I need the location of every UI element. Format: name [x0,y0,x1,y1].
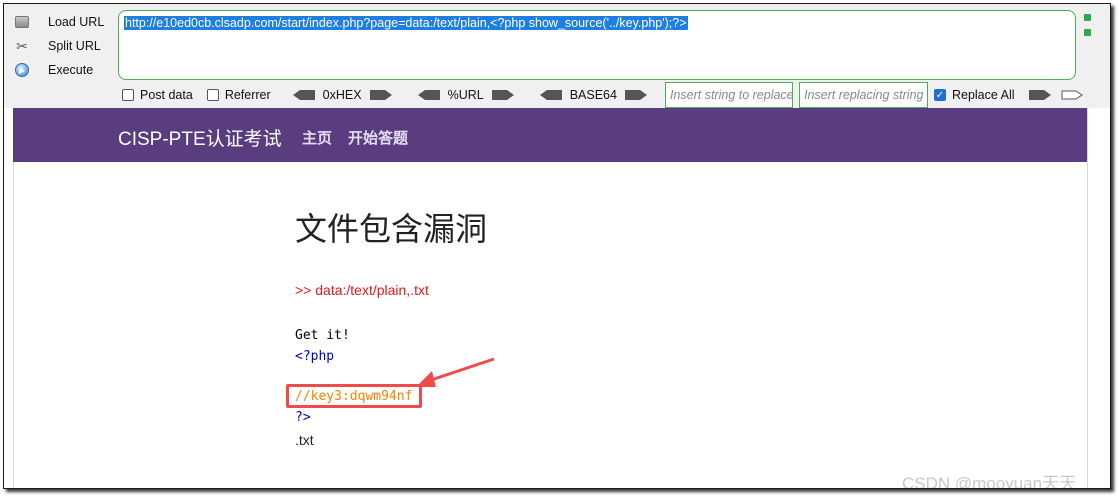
key-highlight-box [286,384,422,408]
hackbar-panel: Load URL ✂ Split URL ▶ Execute http://e1… [4,4,1110,108]
post-data-checkbox[interactable]: Post data [122,88,193,102]
referrer-box[interactable] [206,89,219,101]
url-encode-label: %URL [447,88,484,102]
red-arrow-icon [416,357,495,387]
base64-encoder: BASE64 [532,88,655,102]
base64-left-icon[interactable] [539,90,562,100]
site-brand[interactable]: CISP-PTE认证考试 [118,124,282,151]
base64-right-icon[interactable] [624,90,647,100]
replace-string-input[interactable]: Insert string to replace [664,82,793,108]
referrer-checkbox[interactable]: Referrer [206,88,271,102]
post-data-label: Post data [140,88,193,102]
execute-label: Execute [48,63,94,77]
hex-encode-right-icon[interactable] [369,90,392,100]
hex-encode-left-icon[interactable] [292,90,315,100]
nav-home-link[interactable]: 主页 [302,127,332,148]
page-scrollbar-edge [1087,108,1088,488]
csdn-watermark: CSDN @mooyuan天天 [902,474,1077,489]
hackbar-options-row: Post data Referrer 0xHEX %URL BASE64 Ins… [122,82,1091,108]
url-encode-right-icon[interactable] [491,90,514,100]
split-url-label: Split URL [48,39,101,53]
replacing-string-input[interactable]: Insert replacing string [798,82,928,108]
post-data-box[interactable] [122,89,134,101]
scissors-icon: ✂ [16,37,28,54]
replace-all-box[interactable]: ✓ [933,89,946,101]
browser-window: Load URL ✂ Split URL ▶ Execute http://e1… [3,3,1111,489]
load-url-label: Load URL [48,15,105,29]
url-text: http://e10ed0cb.clsadp.com/start/index.p… [124,16,688,30]
page-title: 文件包含漏洞 [295,210,488,248]
site-navbar: CISP-PTE认证考试 主页 开始答题 [13,108,1087,162]
url-encoder: %URL [410,88,522,102]
main-content: 文件包含漏洞 >> data:/text/plain,.txt Get it! … [286,204,488,448]
load-url-button[interactable]: Load URL [14,10,114,34]
scroll-up-marker[interactable] [1084,14,1091,21]
url-encode-left-icon[interactable] [417,90,440,100]
scroll-down-marker[interactable] [1084,29,1091,36]
nav-start-link[interactable]: 开始答题 [348,127,408,148]
url-textarea[interactable]: http://e10ed0cb.clsadp.com/start/index.p… [118,10,1076,80]
load-url-icon [14,14,30,30]
execute-button[interactable]: ▶ Execute [14,58,114,82]
hex-label: 0xHEX [322,88,362,102]
replace-all-checkbox[interactable]: ✓ Replace All [933,88,1015,102]
replace-go-icon[interactable] [1028,90,1051,100]
include-path: >> data:/text/plain,.txt [295,282,429,298]
referrer-label: Referrer [224,88,271,102]
output-line-txt: .txt [295,432,314,448]
split-url-button[interactable]: ✂ Split URL [14,34,114,58]
hackbar-side-menu: Load URL ✂ Split URL ▶ Execute [14,10,114,82]
replace-go-outline-icon[interactable] [1061,90,1083,100]
hackbar-scroll-markers [1084,14,1094,44]
output-line-get-it: Get it! [295,328,350,343]
php-open-tag: <?php [295,349,335,364]
base64-label: BASE64 [569,88,617,102]
page-left-border [13,162,14,488]
php-close-tag: ?> [295,410,311,425]
replace-all-label: Replace All [951,88,1015,102]
hex-encoder: 0xHEX [285,88,400,102]
execute-icon: ▶ [14,62,30,78]
